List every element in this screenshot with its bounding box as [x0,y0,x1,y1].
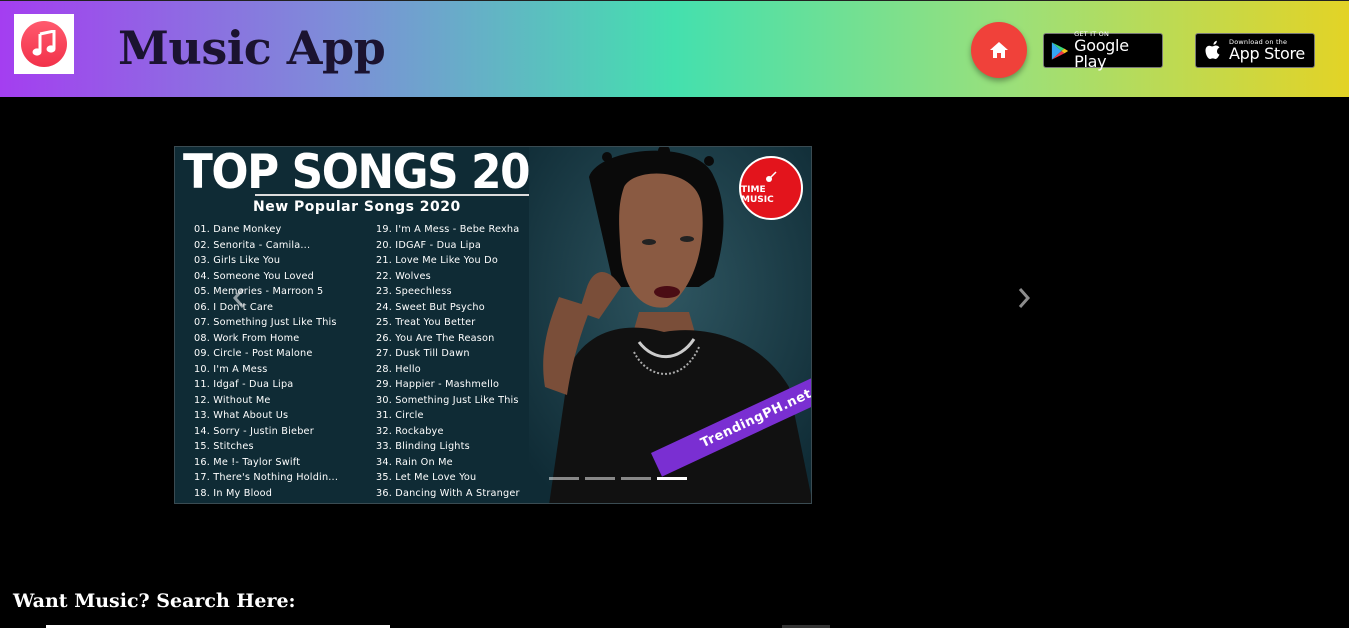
slide-indicator[interactable] [621,477,651,480]
guitar-icon [766,171,777,182]
list-item: 27. Dusk Till Dawn [376,348,470,359]
list-item: 15. Stitches [194,441,254,452]
list-item: 17. There's Nothing Holdin... [194,472,339,483]
app-title: Music App [118,21,386,75]
list-item: 32. Rockabye [376,425,444,437]
list-item: 28. Hello [376,363,421,375]
app-store-label: App Store [1229,44,1305,64]
list-item: 08. Work From Home [194,332,300,344]
list-item: 07. Something Just Like This [194,317,337,328]
chevron-left-icon [232,288,245,308]
list-item: 05. Memories - Marroon 5 [194,286,324,297]
list-item: 01. Dane Monkey [194,224,282,235]
google-play-badge[interactable]: GET IT ON Google Play [1043,31,1163,72]
list-item: 35. Let Me Love You [376,472,477,483]
slide-indicator-active[interactable] [657,477,687,480]
list-item: 23. Speechless [376,286,452,297]
slide-indicator[interactable] [549,477,579,480]
list-item: 36. Dancing With A Stranger [376,487,520,499]
list-item: 29. Happier - Mashmello [376,379,500,390]
title-divider [255,194,530,196]
list-item: 24. Sweet But Psycho [376,301,485,313]
apple-icon [1205,40,1220,59]
list-item: 10. I'm A Mess [194,363,268,375]
list-item: 31. Circle [376,410,424,421]
slide-indicator[interactable] [585,477,615,480]
time-music-label: TIME MUSIC [741,185,774,205]
list-item: 02. Senorita - Camila... [194,239,311,251]
list-item: 25. Treat You Better [376,317,476,328]
app-store-badge[interactable]: Download on the App Store [1195,33,1315,68]
song-list-right: 19. I'm A Mess - Bebe Rexha 20. IDGAF - … [376,222,520,501]
list-item: 11. Idgaf - Dua Lipa [194,379,294,390]
list-item: 12. Without Me [194,394,271,406]
chevron-right-icon [1018,288,1031,308]
list-item: 03. Girls Like You [194,255,281,266]
song-list-left: 01. Dane Monkey 02. Senorita - Camila...… [194,222,338,501]
music-note-icon [21,21,67,67]
app-header: Music App GET IT ON Google Play Download… [0,0,1349,97]
home-icon [990,42,1008,58]
list-item: 22. Wolves [376,270,431,282]
list-item: 13. What About Us [194,410,289,421]
time-music-badge: TIME MUSIC [739,156,803,220]
list-item: 09. Circle - Post Malone [194,348,313,359]
search-heading: Want Music? Search Here: [13,590,296,612]
list-item: 26. You Are The Reason [376,332,495,344]
google-play-icon [1051,41,1069,60]
banner-subtitle: New Popular Songs 2020 [253,199,461,215]
carousel-next-button[interactable] [1017,286,1031,316]
carousel-indicators [549,477,687,480]
featured-carousel[interactable]: TOP SONGS 2020 New Popular Songs 2020 01… [174,146,812,504]
list-item: 34. Rain On Me [376,456,453,468]
list-item: 20. IDGAF - Dua Lipa [376,239,481,251]
list-item: 33. Blinding Lights [376,441,470,452]
list-item: 04. Someone You Loved [194,270,315,282]
list-item: 06. I Don't Care [194,301,274,313]
list-item: 19. I'm A Mess - Bebe Rexha [376,224,520,235]
list-item: 18. In My Blood [194,487,273,499]
list-item: 21. Love Me Like You Do [376,255,498,266]
banner-title: TOP SONGS 2020 [183,146,589,200]
app-logo[interactable] [14,14,74,74]
google-play-label: Google Play [1074,36,1129,72]
list-item: 16. Me !- Taylor Swift [194,456,301,468]
list-item: 30. Something Just Like This [376,394,519,406]
carousel-prev-button[interactable] [232,286,246,316]
home-button[interactable] [971,22,1027,78]
list-item: 14. Sorry - Justin Bieber [194,425,314,437]
